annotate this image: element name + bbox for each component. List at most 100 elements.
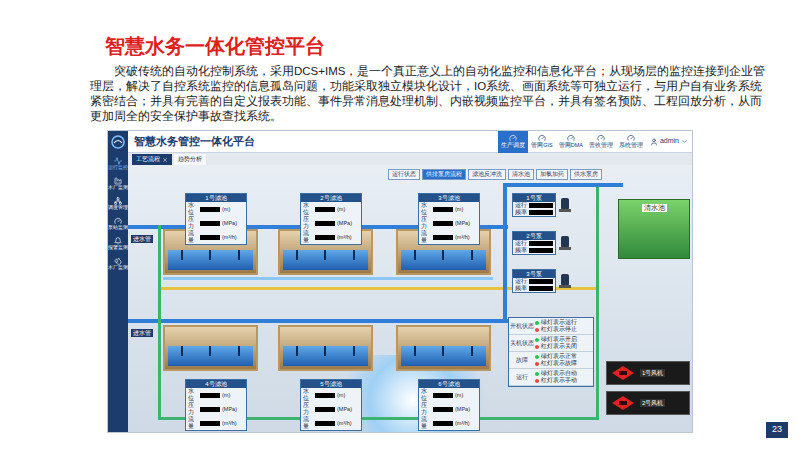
- meter-value: [433, 393, 453, 398]
- meter-value: [200, 235, 220, 240]
- status-group: 运行绿灯表示自动红灯表示手动: [509, 369, 593, 386]
- sidebar-item[interactable]: 水厂监测: [108, 257, 128, 271]
- meter-row: 压力(MPa): [186, 402, 246, 416]
- status-item: 绿灯表示运行: [535, 319, 577, 326]
- filter-name: 2号滤池: [301, 194, 361, 202]
- toolbar-button[interactable]: 加氯加药: [536, 169, 568, 180]
- filter-name: 1号滤池: [186, 194, 246, 202]
- sidebar-item[interactable]: 泵站监测: [108, 217, 128, 231]
- logo-icon: [111, 135, 125, 149]
- meter-value: [200, 393, 220, 398]
- page-number: 23: [766, 422, 788, 438]
- fan-panel: 1号风机: [606, 361, 690, 385]
- nav-item[interactable]: 生产调度: [498, 131, 528, 153]
- sidebar-icon: [114, 237, 122, 245]
- filter-meter: 6号滤池水位(m)压力(MPa)流量(m³/h): [418, 379, 480, 431]
- toolbar-button[interactable]: 清水池: [508, 169, 534, 180]
- nav-icon: [567, 134, 575, 142]
- filter-name: 6号滤池: [419, 380, 479, 388]
- filter-meter: 4号滤池水位(m)压力(MPa)流量(m³/h): [185, 379, 247, 431]
- toolbar-button[interactable]: 运行状态: [388, 169, 420, 180]
- status-item: 红灯表示故障: [535, 360, 577, 367]
- sidebar-item[interactable]: 运行监控: [108, 157, 128, 171]
- status-group: 关机状态绿灯表示开启红灯表示关闭: [509, 335, 593, 352]
- status-item: 绿灯表示开启: [535, 336, 577, 343]
- tab[interactable]: 工艺流程: [132, 154, 172, 165]
- meter-value: [315, 221, 335, 226]
- meter-value: [433, 407, 453, 412]
- status-item: 红灯表示手动: [535, 377, 577, 384]
- meter-value: [200, 421, 220, 426]
- user-menu[interactable]: admin: [646, 136, 692, 147]
- app-screenshot: 智慧水务管控一体化平台 生产调度管网GIS管网DMA营收管理系统管理admin 运行…: [107, 130, 693, 433]
- status-group: 故障绿灯表示正常红灯表示故障: [509, 352, 593, 369]
- meter-value: [200, 207, 220, 212]
- filter-tank: [278, 325, 373, 371]
- slide: 智慧水务一体化管控平台突破传统的自动化控制系统，采用DCS+IMS，是一个真正意…: [0, 0, 800, 450]
- filter-tank: [396, 325, 491, 371]
- meter-row: 流量(m³/h): [186, 230, 246, 244]
- meter-value: [315, 393, 335, 398]
- meter-value: [315, 207, 335, 212]
- meter-value: [433, 235, 453, 240]
- meter-value: [433, 421, 453, 426]
- meter-value: [315, 421, 335, 426]
- process-canvas: 运行状态供排泵房流程滤池反冲洗清水池加氯加药供水泵房进水管进水管1号滤池水位(m…: [128, 165, 692, 432]
- sidebar: 运行监控水厂监测调度管理泵站监测报警监测水厂监测: [108, 153, 128, 432]
- pump: 2号泵运行频率: [512, 231, 571, 255]
- status-panel: 开机状态绿灯表示运行红灯表示停止关机状态绿灯表示开启红灯表示关闭故障绿灯表示正常…: [508, 317, 594, 387]
- nav-item[interactable]: 管网DMA: [556, 131, 586, 153]
- meter-row: 压力(MPa): [186, 216, 246, 230]
- sidebar-item[interactable]: 水厂监测: [108, 177, 128, 191]
- meter-value: [200, 407, 220, 412]
- nav-item[interactable]: 管网GIS: [528, 131, 555, 153]
- pump-name: 2号泵: [513, 232, 555, 240]
- app-header: 智慧水务管控一体化平台 生产调度管网GIS管网DMA营收管理系统管理admin: [108, 131, 692, 153]
- sidebar-icon: [114, 177, 122, 185]
- meter-row: 压力(MPa): [301, 216, 361, 230]
- toolbar-button[interactable]: 滤池反冲洗: [468, 169, 506, 180]
- nav-icon: [627, 134, 635, 142]
- meter-row: 流量(m³/h): [301, 230, 361, 244]
- meter-row: 水位(m): [186, 388, 246, 402]
- filter-meter: 5号滤池水位(m)压力(MPa)流量(m³/h): [300, 379, 362, 431]
- nav-item[interactable]: 营收管理: [586, 131, 616, 153]
- meter-row: 压力(MPa): [301, 402, 361, 416]
- caret-icon: [681, 138, 688, 145]
- slide-body: 突破传统的自动化控制系统，采用DCS+IMS，是一个真正意义上的自动化监控和信息…: [0, 64, 800, 124]
- close-icon[interactable]: [162, 157, 168, 163]
- toolbar-button[interactable]: 供水泵房: [570, 169, 602, 180]
- meter-value: [433, 207, 453, 212]
- meter-row: 水位(m): [301, 202, 361, 216]
- sidebar-item[interactable]: 调度管理: [108, 197, 128, 211]
- inlet-label: 进水管: [131, 235, 153, 243]
- meter-value: [315, 407, 335, 412]
- nav-icon: [597, 134, 605, 142]
- pump: 1号泵运行频率: [512, 193, 571, 217]
- status-item: 绿灯表示自动: [535, 370, 577, 377]
- sidebar-icon: [114, 217, 122, 225]
- meter-row: 水位(m): [419, 202, 479, 216]
- app-title: 智慧水务管控一体化平台: [134, 133, 255, 150]
- sidebar-item[interactable]: 报警监测: [108, 237, 128, 251]
- toolbar-button[interactable]: 供排泵房流程: [422, 169, 466, 180]
- inlet-label: 进水管: [131, 329, 153, 337]
- fan-name: 1号风机: [640, 369, 665, 377]
- meter-row: 水位(m): [301, 388, 361, 402]
- sidebar-icon: [114, 197, 122, 205]
- tab-bar: 工艺流程趋势分析: [128, 153, 692, 165]
- status-item: 红灯表示关闭: [535, 343, 577, 350]
- filter-meter: 3号滤池水位(m)压力(MPa)流量(m³/h): [418, 193, 480, 245]
- meter-row: 流量(m³/h): [419, 416, 479, 430]
- nav-icon: [538, 134, 546, 142]
- nav-item[interactable]: 系统管理: [616, 131, 646, 153]
- meter-row: 水位(m): [419, 388, 479, 402]
- tab[interactable]: 趋势分析: [174, 154, 206, 165]
- pump: 3号泵运行频率: [512, 269, 571, 293]
- status-item: 红灯表示停止: [535, 326, 577, 333]
- fan-name: 2号风机: [640, 399, 665, 407]
- clear-well: 清水池: [618, 199, 690, 259]
- user-icon: [650, 138, 658, 146]
- status-item: 绿灯表示正常: [535, 353, 577, 360]
- sidebar-icon: [114, 157, 122, 165]
